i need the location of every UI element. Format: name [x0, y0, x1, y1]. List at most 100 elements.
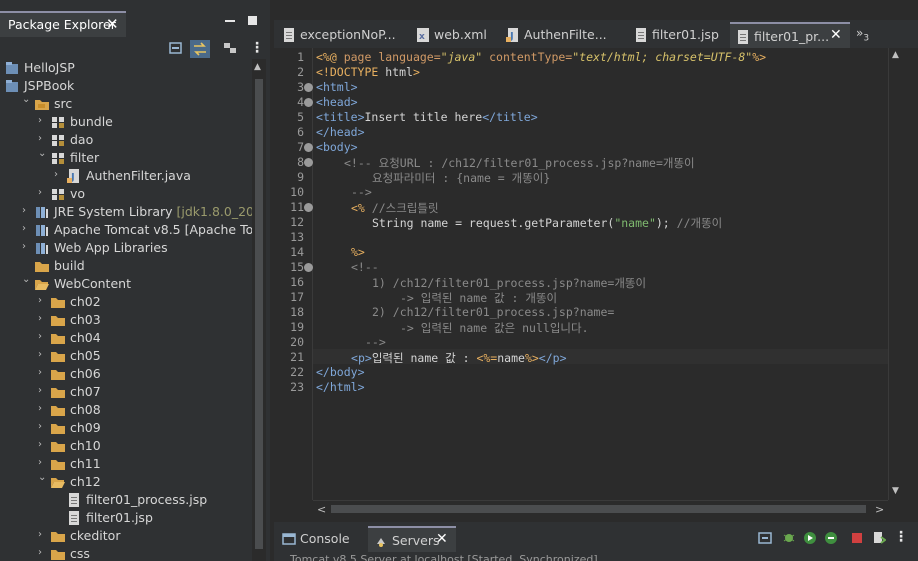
debug-icon[interactable] [782, 530, 796, 544]
tree-scrollbar[interactable]: ▲ [252, 59, 266, 561]
tree-item[interactable]: ⌄ ch12 [0, 473, 252, 491]
tree-item[interactable]: › ch11 [0, 455, 252, 473]
tab-servers[interactable]: Servers ✕ [368, 526, 456, 552]
minimize-icon[interactable] [225, 20, 235, 22]
tree-item[interactable]: › JRE System Library [jdk1.8.0_202] [0, 203, 252, 221]
view-menu-icon[interactable]: ⋮ [894, 530, 908, 544]
chevron-right-icon[interactable]: › [38, 404, 48, 414]
publish-icon[interactable] [872, 530, 887, 544]
tree-item[interactable]: ⌄ WebContent [0, 275, 252, 293]
scroll-right-icon[interactable]: > [875, 503, 884, 516]
folder-icon [50, 294, 66, 310]
start-icon[interactable] [803, 530, 817, 544]
tree-item[interactable]: › ch06 [0, 365, 252, 383]
tree-item[interactable]: › dao [0, 131, 252, 149]
fold-toggle-icon[interactable] [304, 83, 313, 92]
editor-tab[interactable]: filter01_pr... ✕ [730, 22, 850, 48]
tree-item[interactable]: › ch02 [0, 293, 252, 311]
scroll-down-icon[interactable]: ▼ [892, 486, 899, 496]
editor-tab[interactable]: exceptionNoP... [276, 22, 396, 48]
more-tabs-button[interactable]: »3 [856, 26, 869, 43]
scroll-up-icon[interactable]: ▲ [254, 62, 261, 72]
tree-item[interactable]: JSPBook [0, 77, 252, 95]
scroll-left-icon[interactable]: < [317, 503, 326, 516]
server-entry[interactable]: Tomcat v8.5 Server at localhost [Started… [290, 553, 598, 561]
chevron-right-icon[interactable]: › [38, 386, 48, 396]
scroll-thumb[interactable] [331, 505, 866, 513]
chevron-right-icon[interactable]: › [38, 296, 48, 306]
scroll-up-icon[interactable]: ▲ [892, 50, 899, 60]
chevron-right-icon[interactable]: › [38, 314, 48, 324]
tree-item[interactable]: › ch09 [0, 419, 252, 437]
chevron-down-icon[interactable]: ⌄ [22, 275, 32, 285]
tree-item[interactable]: › bundle [0, 113, 252, 131]
tree-item[interactable]: › ch07 [0, 383, 252, 401]
fold-toggle-icon[interactable] [304, 203, 313, 212]
chevron-right-icon[interactable]: › [54, 170, 64, 180]
code-line-12: String name = request.getParameter("name… [372, 216, 723, 230]
profile-icon[interactable] [824, 530, 838, 544]
tree-item[interactable]: ⌄ src [0, 95, 252, 113]
chevron-right-icon[interactable]: › [38, 368, 48, 378]
tree-item[interactable]: › ch04 [0, 329, 252, 347]
tree-item[interactable]: › css [0, 545, 252, 561]
chevron-down-icon[interactable]: ⌄ [38, 149, 48, 159]
scroll-thumb[interactable] [255, 79, 263, 549]
fold-toggle-icon[interactable] [304, 143, 313, 152]
link-with-editor-icon[interactable] [190, 40, 210, 58]
fold-toggle-icon[interactable] [304, 158, 313, 167]
chevron-right-icon[interactable]: › [38, 188, 48, 198]
chevron-right-icon[interactable]: › [22, 206, 32, 216]
editor-tab[interactable]: filter01.jsp [628, 22, 724, 48]
chevron-right-icon[interactable]: › [38, 440, 48, 450]
tree-item[interactable]: HelloJSP [0, 59, 252, 77]
tree-item[interactable]: › Web App Libraries [0, 239, 252, 257]
package-explorer-tab[interactable]: Package Explorer ✕ [0, 11, 126, 37]
editor-vertical-scrollbar[interactable]: ▲ ▼ [888, 48, 904, 500]
chevron-right-icon[interactable]: › [38, 422, 48, 432]
editor-horizontal-scrollbar[interactable]: < > [313, 500, 888, 516]
scrollbar-corner [888, 500, 904, 516]
tree-item[interactable]: › ch05 [0, 347, 252, 365]
tree-item[interactable]: filter01_process.jsp [0, 491, 252, 509]
chevron-right-icon[interactable]: › [22, 242, 32, 252]
chevron-down-icon[interactable]: ⌄ [22, 95, 32, 105]
chevron-right-icon[interactable]: › [38, 458, 48, 468]
fold-toggle-icon[interactable] [304, 263, 313, 272]
chevron-right-icon[interactable]: › [38, 548, 48, 558]
tree-item-label: HelloJSP [24, 60, 75, 75]
tree-item[interactable]: › ch03 [0, 311, 252, 329]
chevron-right-icon[interactable]: › [38, 350, 48, 360]
tree-item[interactable]: › ch08 [0, 401, 252, 419]
tab-console[interactable]: Console [276, 526, 362, 552]
folder-icon [50, 348, 66, 364]
tree-item[interactable]: › Apache Tomcat v8.5 [Apache Tomcat [0, 221, 252, 239]
close-icon[interactable]: ✕ [830, 27, 842, 43]
filter-view-icon[interactable] [222, 40, 238, 56]
maximize-icon[interactable] [248, 16, 257, 25]
editor-tab[interactable]: x web.xml [410, 22, 496, 48]
tree-item[interactable]: › ch10 [0, 437, 252, 455]
chevron-right-icon[interactable]: › [38, 134, 48, 144]
line-number: 22 [290, 365, 304, 379]
tree-item[interactable]: filter01.jsp [0, 509, 252, 527]
close-icon[interactable]: ✕ [106, 15, 119, 33]
stop-icon[interactable] [850, 530, 864, 544]
tree-item[interactable]: › J AuthenFilter.java [0, 167, 252, 185]
code-line-18: 2) /ch12/filter01_process.jsp?name= [372, 305, 615, 319]
editor-tab[interactable]: J AuthenFilte... [500, 22, 618, 48]
tree-item[interactable]: ⌄ filter [0, 149, 252, 167]
chevron-right-icon[interactable]: › [38, 332, 48, 342]
close-icon[interactable]: ✕ [436, 531, 448, 547]
collapse-all-icon[interactable] [168, 40, 184, 56]
chevron-down-icon[interactable]: ⌄ [38, 473, 48, 483]
fold-toggle-icon[interactable] [304, 98, 313, 107]
tree-item[interactable]: build [0, 257, 252, 275]
tree-item[interactable]: › ckeditor [0, 527, 252, 545]
collapse-icon[interactable] [758, 530, 772, 544]
chevron-right-icon[interactable]: › [38, 530, 48, 540]
chevron-right-icon[interactable]: › [38, 116, 48, 126]
chevron-right-icon[interactable]: › [22, 224, 32, 234]
view-menu-icon[interactable]: ⋮ [250, 40, 266, 56]
tree-item[interactable]: › vo [0, 185, 252, 203]
